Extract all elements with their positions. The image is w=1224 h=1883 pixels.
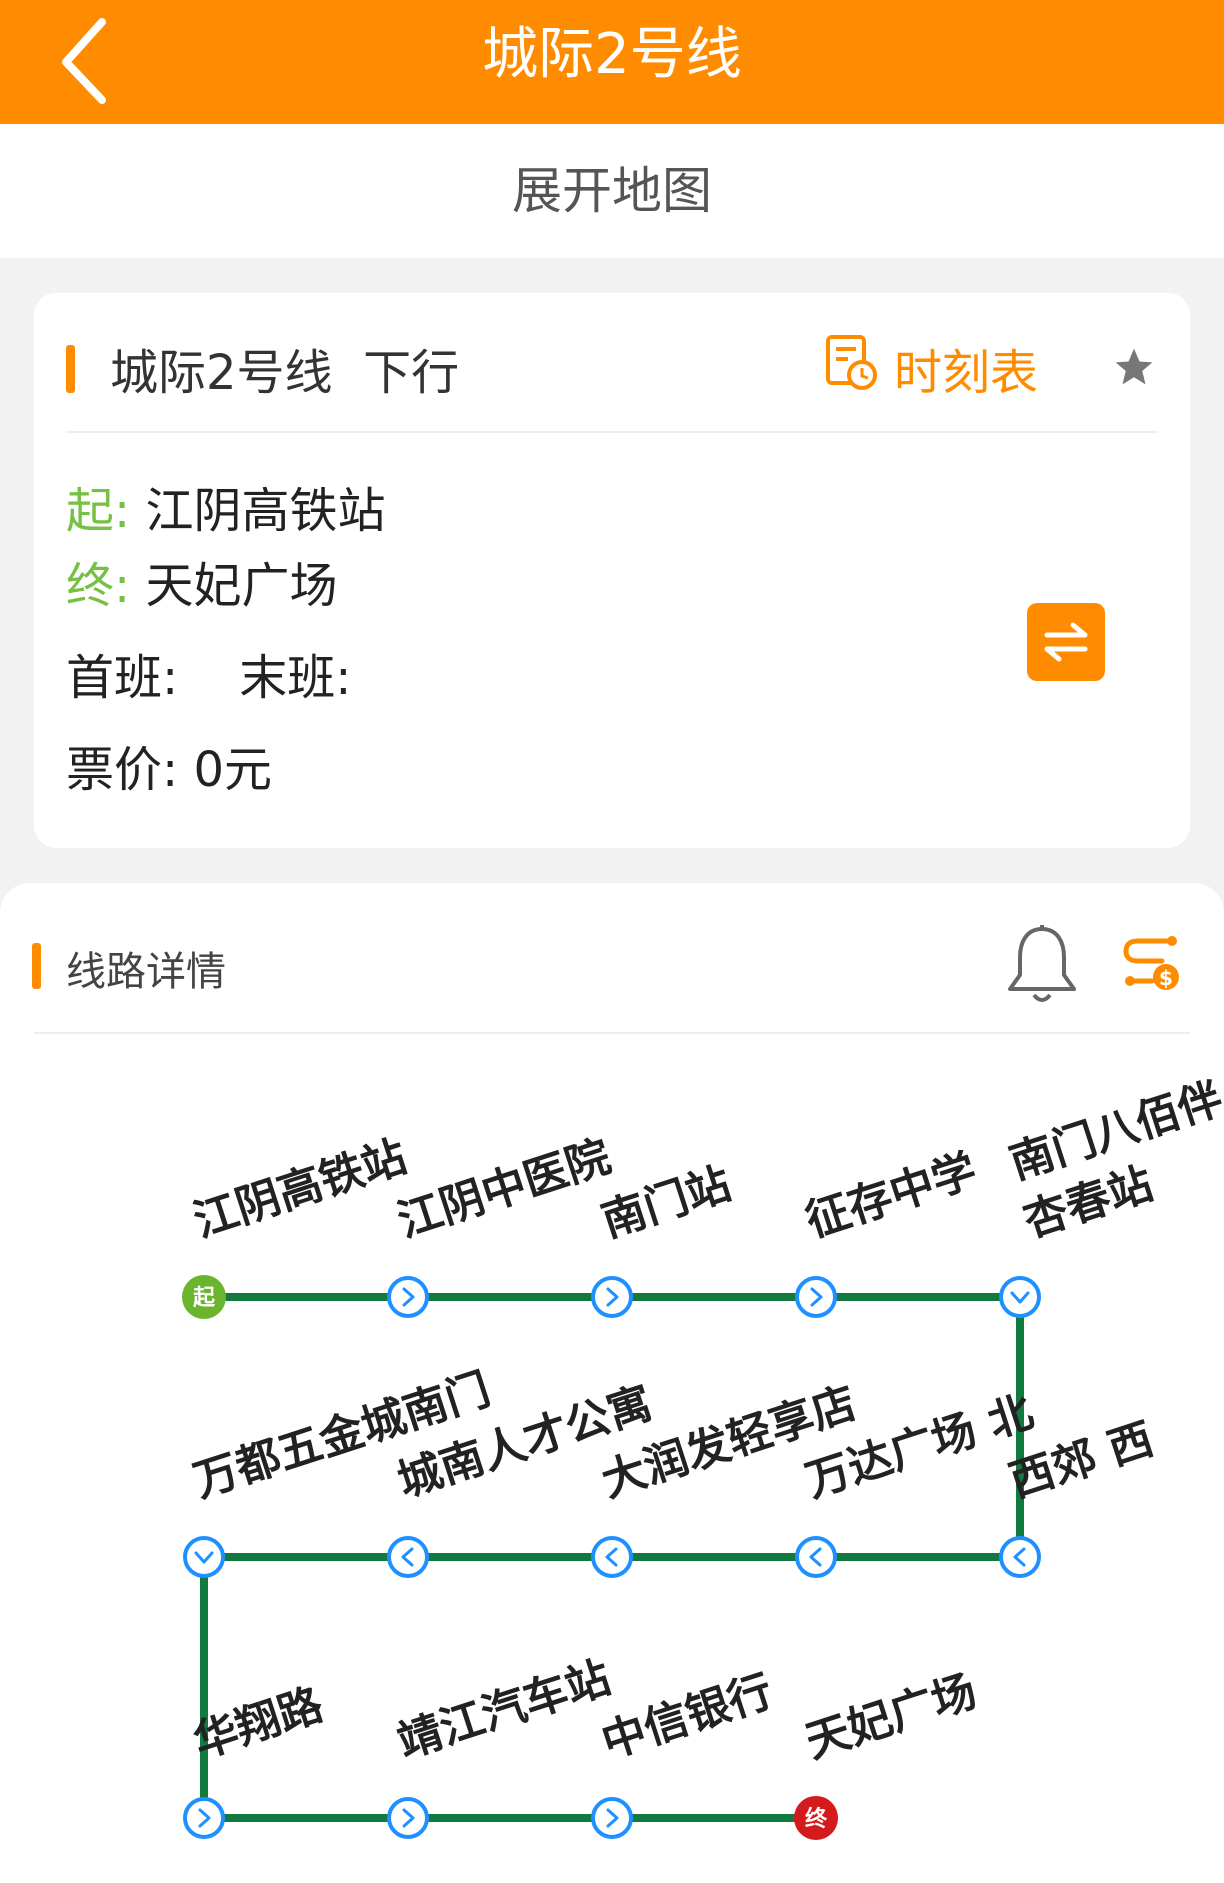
- station-dot: [591, 1536, 633, 1578]
- station-dot: [795, 1276, 837, 1318]
- station-node[interactable]: [387, 1797, 429, 1839]
- station-node[interactable]: [183, 1797, 225, 1839]
- station-dot: [795, 1536, 837, 1578]
- station-node[interactable]: [999, 1536, 1041, 1578]
- station-dot: [591, 1276, 633, 1318]
- station-dot: [387, 1797, 429, 1839]
- station-dot: [183, 1536, 225, 1578]
- station-label[interactable]: 江阴高铁站: [188, 1131, 413, 1247]
- station-node[interactable]: [591, 1276, 633, 1318]
- station-node[interactable]: [591, 1536, 633, 1578]
- station-label[interactable]: 天妃广场: [800, 1666, 983, 1769]
- station-dot: [999, 1536, 1041, 1578]
- station-dot: [183, 1797, 225, 1839]
- station-node[interactable]: [387, 1536, 429, 1578]
- station-node[interactable]: [387, 1276, 429, 1318]
- station-label[interactable]: 华翔路: [188, 1679, 330, 1769]
- station-label[interactable]: 靖江汽车站: [392, 1652, 617, 1768]
- station-label[interactable]: 南门站: [596, 1158, 737, 1247]
- station-dot: [387, 1536, 429, 1578]
- station-label[interactable]: 中信银行: [596, 1666, 779, 1769]
- badge-text: 终: [805, 1806, 828, 1832]
- station-node[interactable]: 终: [794, 1796, 838, 1840]
- station-node[interactable]: [591, 1797, 633, 1839]
- badge-text: 起: [192, 1286, 216, 1311]
- station-dot: [591, 1797, 633, 1839]
- station-dot: [999, 1276, 1041, 1318]
- station-node[interactable]: [795, 1536, 837, 1578]
- station-dot: [387, 1276, 429, 1318]
- station-label[interactable]: 征存中学: [800, 1145, 983, 1248]
- station-node[interactable]: [795, 1276, 837, 1318]
- station-node[interactable]: [999, 1276, 1041, 1318]
- station-node[interactable]: [183, 1536, 225, 1578]
- station-label[interactable]: 江阴中医院: [392, 1131, 617, 1247]
- station-node[interactable]: 起: [182, 1275, 226, 1319]
- route-map: 起江阴高铁站江阴中医院南门站 征存中学南门八佰伴杏春站西郊 西万达广场 北大润发轻…: [182, 1073, 1224, 1840]
